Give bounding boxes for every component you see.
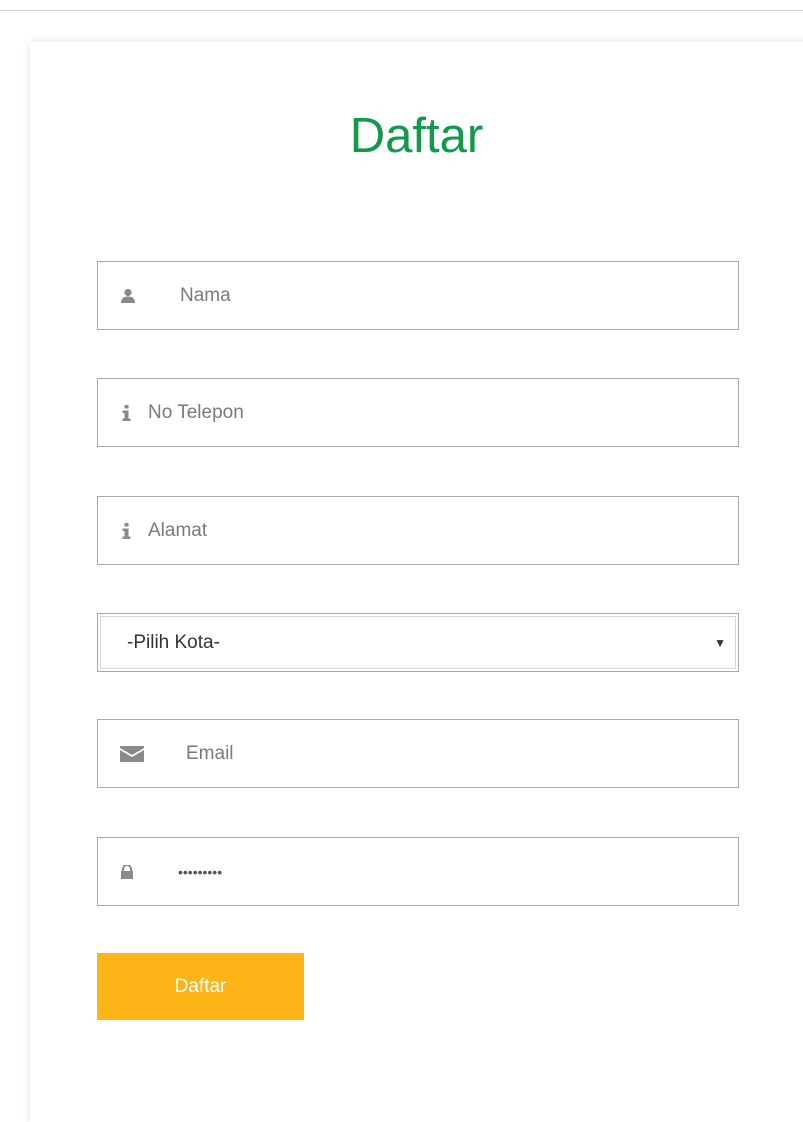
chevron-down-icon: ▼ <box>714 635 726 650</box>
city-select[interactable]: -Pilih Kota- ▼ <box>97 613 739 672</box>
email-field[interactable]: Email <box>97 719 739 788</box>
name-field[interactable]: Nama <box>97 261 739 330</box>
city-select-value: -Pilih Kota- <box>127 631 220 653</box>
register-button[interactable]: Daftar <box>97 953 304 1020</box>
page-title: Daftar <box>349 109 484 163</box>
top-divider <box>0 10 803 11</box>
phone-field[interactable]: No Telepon <box>97 378 739 447</box>
password-field[interactable]: ••••••••• <box>97 837 739 906</box>
address-field[interactable]: Alamat <box>97 496 739 565</box>
